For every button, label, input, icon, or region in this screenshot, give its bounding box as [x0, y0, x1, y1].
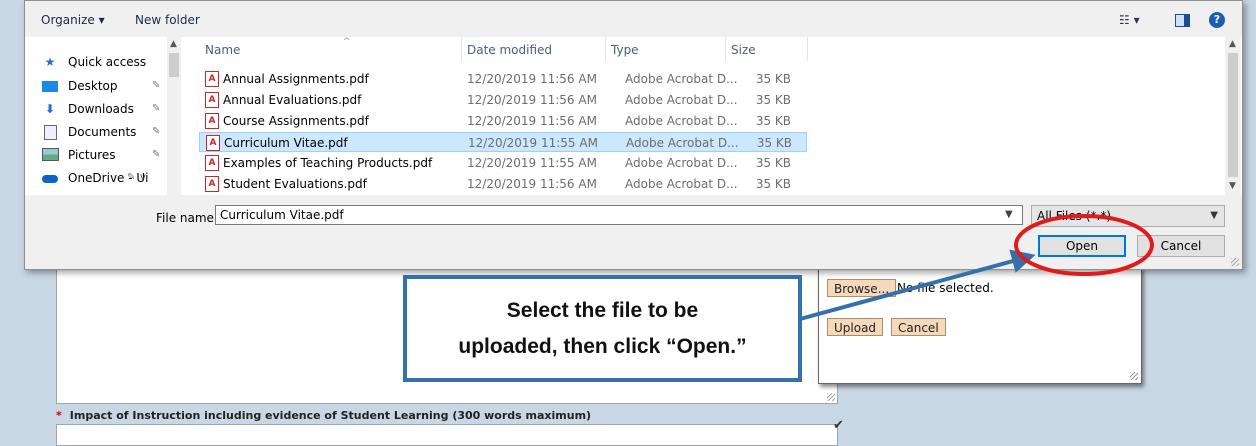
resize-grip[interactable] [827, 393, 835, 401]
file-list-scrollbar[interactable]: ▲ ▼ [1225, 37, 1241, 195]
pdf-file-icon: A [205, 92, 219, 108]
impact-question-label: * Impact of Instruction including evidenc… [56, 409, 592, 422]
required-marker: * [56, 409, 62, 422]
nav-item-pictures[interactable]: Pictures ✎ [41, 146, 181, 166]
chevron-down-icon[interactable]: ▼ [1005, 209, 1013, 220]
scroll-down-icon[interactable]: ▼ [1229, 181, 1236, 191]
column-header-type[interactable]: Type [611, 43, 639, 57]
nav-scroll-thumb[interactable] [169, 53, 179, 77]
dialog-content: ★ Quick access Desktop ✎ ⬇ Downloads ✎ D… [25, 37, 1242, 195]
cloud-icon [41, 171, 59, 185]
sort-ascending-icon: ^ [343, 37, 351, 47]
file-type-select[interactable]: All Files (*.*) ▼ [1031, 205, 1225, 227]
upload-panel: Browse... No file selected. Upload Cance… [818, 262, 1142, 384]
resize-grip[interactable] [1231, 258, 1239, 266]
column-divider[interactable] [725, 37, 726, 61]
file-list: Name ^ Date modified Type Size A Annual … [199, 37, 1225, 195]
column-divider[interactable] [461, 37, 462, 61]
scroll-up-icon[interactable]: ▲ [170, 39, 177, 49]
dialog-toolbar: Organize ▾ New folder ☷ ▾ ? [25, 1, 1242, 37]
upload-cancel-button[interactable]: Cancel [891, 318, 946, 336]
nav-item-desktop[interactable]: Desktop ✎ [41, 77, 181, 97]
navigation-pane: ★ Quick access Desktop ✎ ⬇ Downloads ✎ D… [25, 37, 181, 195]
pdf-file-icon: A [205, 113, 219, 129]
file-row[interactable]: A Student Evaluations.pdf 12/20/2019 11:… [199, 174, 807, 194]
nav-item-onedrive[interactable]: OneDrive - Ui ✎ v [41, 169, 181, 189]
scroll-up-icon[interactable]: ▲ [1229, 39, 1236, 49]
browse-button[interactable]: Browse... [827, 279, 897, 297]
file-open-dialog: Organize ▾ New folder ☷ ▾ ? ★ Quick acce… [24, 0, 1243, 270]
file-row[interactable]: A Examples of Teaching Products.pdf 12/2… [199, 153, 807, 173]
pdf-file-icon: A [205, 71, 219, 87]
pin-icon: ✎ [152, 149, 161, 160]
pin-icon: ✎ [127, 172, 136, 183]
upload-button[interactable]: Upload [827, 318, 884, 336]
file-name-input[interactable] [215, 205, 1023, 225]
resize-grip[interactable] [1130, 372, 1138, 380]
no-file-text: No file selected. [897, 281, 994, 295]
chevron-down-icon: ▼ [1210, 210, 1218, 221]
documents-icon [41, 125, 59, 140]
column-header-size[interactable]: Size [731, 43, 756, 57]
cancel-button[interactable]: Cancel [1137, 235, 1225, 257]
star-icon: ★ [44, 55, 56, 69]
file-row[interactable]: A Annual Assignments.pdf 12/20/2019 11:5… [199, 69, 807, 89]
chevron-down-icon[interactable]: v [140, 172, 146, 183]
organize-menu[interactable]: Organize ▾ [41, 13, 105, 27]
nav-item-quick-access[interactable]: ★ Quick access [41, 53, 181, 73]
instruction-callout: Select the file to be uploaded, then cli… [403, 275, 802, 382]
pin-icon: ✎ [152, 103, 161, 114]
preview-pane-icon[interactable] [1175, 14, 1190, 27]
pdf-file-icon: A [206, 135, 220, 151]
file-name-label: File name: [156, 211, 218, 225]
file-row[interactable]: A Annual Evaluations.pdf 12/20/2019 11:5… [199, 90, 807, 110]
file-row[interactable]: A Course Assignments.pdf 12/20/2019 11:5… [199, 111, 807, 131]
file-row-selected[interactable]: A Curriculum Vitae.pdf 12/20/2019 11:55 … [199, 132, 807, 152]
help-icon[interactable]: ? [1209, 12, 1225, 28]
desktop-icon [41, 79, 59, 93]
nav-scrollbar[interactable]: ▲ [167, 37, 181, 195]
download-icon: ⬇ [44, 102, 56, 116]
column-divider[interactable] [807, 37, 808, 61]
nav-item-downloads[interactable]: ⬇ Downloads ✎ [41, 100, 181, 120]
view-options-icon[interactable]: ☷ ▾ [1119, 13, 1140, 27]
pdf-file-icon: A [205, 176, 219, 192]
callout-line-1: Select the file to be [506, 298, 699, 322]
pdf-file-icon: A [205, 155, 219, 171]
column-divider[interactable] [605, 37, 606, 61]
column-header-date[interactable]: Date modified [467, 43, 552, 57]
open-button[interactable]: Open [1038, 235, 1126, 257]
impact-textarea[interactable] [56, 424, 838, 446]
pin-icon: ✎ [152, 126, 161, 137]
column-header-name[interactable]: Name [205, 43, 240, 57]
spellcheck-icon[interactable]: ✔ [833, 418, 851, 434]
nav-item-documents[interactable]: Documents ✎ [41, 123, 181, 143]
callout-line-2: uploaded, then click “Open.” [458, 334, 747, 358]
new-folder-button[interactable]: New folder [135, 13, 200, 27]
file-list-scroll-thumb[interactable] [1228, 53, 1238, 177]
pin-icon: ✎ [152, 80, 161, 91]
pictures-icon [41, 148, 59, 162]
